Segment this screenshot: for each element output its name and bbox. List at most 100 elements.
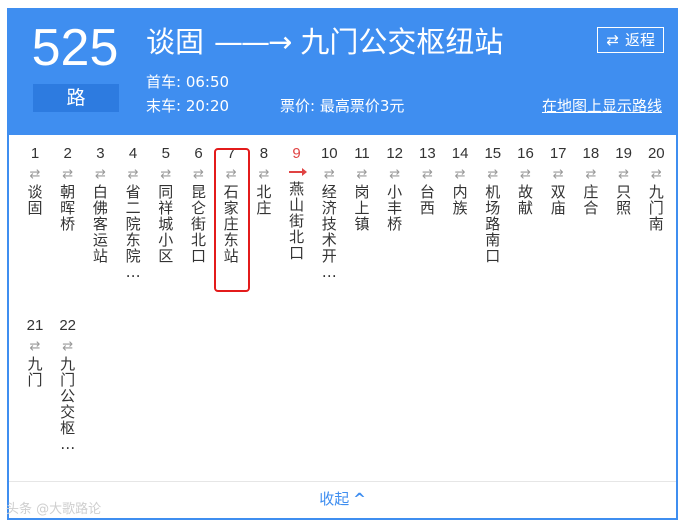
stop-item-1[interactable]: 1 ⇄ 谈固 — [19, 145, 51, 216]
stop-name: 燕山街北口 — [289, 180, 305, 262]
bidirectional-icon: ⇄ — [29, 167, 41, 182]
stop-name: 九门南 — [648, 183, 664, 233]
stop-name: 朝晖桥 — [60, 183, 76, 233]
first-bus-time: 06:50 — [185, 73, 230, 91]
stop-name: 九门公交枢… — [60, 355, 76, 453]
stop-item-3[interactable]: 3 ⇄ 白佛客运站 — [84, 145, 116, 264]
show-on-map-link[interactable]: 在地图上显示路线 — [542, 94, 662, 118]
last-bus-time: 20:20 — [185, 97, 230, 115]
bidirectional-icon: ⇄ — [356, 167, 368, 182]
divider — [9, 481, 676, 482]
stop-number: 13 — [419, 145, 436, 162]
price-value: 最高票价3元 — [319, 97, 405, 115]
highlighted-stop-box — [214, 148, 250, 292]
last-bus-label: 末车: — [146, 97, 182, 115]
bidirectional-icon: ⇄ — [323, 167, 335, 182]
stop-number: 5 — [161, 145, 170, 162]
bidirectional-icon: ⇄ — [454, 167, 466, 182]
fare-info: 票价: 最高票价3元 — [280, 94, 404, 118]
bidirectional-icon: ⇄ — [585, 167, 597, 182]
stop-number: 3 — [96, 145, 105, 162]
route-header: 525 路 谈固 ——→ 九门公交枢纽站 首车: 06:50 末车: 20:20 票… — [9, 10, 676, 135]
route-direction: 谈固 ——→ 九门公交枢纽站 — [146, 22, 503, 62]
collapse-label: 收起 — [319, 490, 350, 508]
bidirectional-icon: ⇄ — [94, 167, 106, 182]
stop-name: 北庄 — [256, 183, 272, 217]
stop-name: 只照 — [616, 183, 632, 217]
bidirectional-icon: ⇄ — [421, 167, 433, 182]
stop-name: 经济技术开… — [321, 183, 337, 281]
stop-item-21[interactable]: 21 ⇄ 九门 — [19, 317, 51, 388]
stop-name: 谈固 — [27, 183, 43, 217]
stop-number: 4 — [128, 145, 138, 162]
stop-item-18[interactable]: 18 ⇄ 庄合 — [575, 145, 607, 216]
collapse-button[interactable]: 收起 ^ — [9, 488, 676, 510]
return-label: 返程 — [624, 31, 655, 49]
stop-item-2[interactable]: 2 ⇄ 朝晖桥 — [52, 145, 84, 232]
bidirectional-icon: ⇄ — [650, 167, 662, 182]
stop-number: 18 — [582, 145, 600, 162]
watermark: 头条 @大歌路论 — [6, 502, 102, 517]
stop-name: 台西 — [419, 183, 435, 217]
direction-arrow-icon: ——→ — [214, 25, 292, 59]
stop-item-9[interactable]: 9 燕山街北口 — [281, 145, 313, 261]
route-card: 525 路 谈固 ——→ 九门公交枢纽站 首车: 06:50 末车: 20:20 票… — [7, 8, 678, 520]
stop-item-14[interactable]: 14 ⇄ 内族 — [444, 145, 476, 216]
stop-name: 故献 — [517, 183, 533, 217]
price-label: 票价: — [280, 97, 316, 115]
stop-item-16[interactable]: 16 ⇄ 故献 — [510, 145, 542, 216]
stop-item-11[interactable]: 11 ⇄ 岗上镇 — [346, 145, 378, 232]
chevron-up-icon: ^ — [353, 490, 366, 508]
stop-item-4[interactable]: 4 ⇄ 省二院东院… — [117, 145, 149, 280]
stop-number: 20 — [647, 145, 665, 162]
stop-number: 21 — [26, 317, 44, 334]
stop-item-10[interactable]: 10 ⇄ 经济技术开… — [313, 145, 345, 280]
bidirectional-icon: ⇄ — [193, 167, 204, 182]
bidirectional-icon: ⇄ — [618, 167, 630, 182]
origin-name: 谈固 — [146, 25, 205, 59]
stop-item-20[interactable]: 20 ⇄ 九门南 — [640, 145, 672, 232]
stop-item-22[interactable]: 22 ⇄ 九门公交枢… — [52, 317, 84, 452]
stop-name: 庄合 — [583, 183, 599, 217]
stop-number: 11 — [354, 145, 370, 162]
stop-number: 19 — [615, 145, 632, 162]
stop-item-19[interactable]: 19 ⇄ 只照 — [608, 145, 640, 216]
stop-number: 9 — [292, 145, 301, 162]
stop-name: 九门 — [27, 355, 43, 389]
bus-position-icon — [288, 168, 307, 176]
bidirectional-icon: ⇄ — [487, 167, 499, 182]
bidirectional-icon: ⇄ — [258, 167, 270, 182]
bidirectional-icon: ⇄ — [389, 167, 401, 182]
stop-number: 12 — [386, 145, 404, 162]
stop-item-8[interactable]: 8 ⇄ 北庄 — [248, 145, 280, 216]
swap-icon: ⇄ — [606, 31, 619, 49]
stop-item-15[interactable]: 15 ⇄ 机场路南口 — [477, 145, 509, 264]
stop-item-6[interactable]: 6 ⇄ 昆仑街北口 — [183, 145, 215, 264]
stop-item-12[interactable]: 12 ⇄ 小丰桥 — [379, 145, 411, 232]
bidirectional-icon: ⇄ — [127, 167, 139, 182]
return-route-button[interactable]: ⇄ 返程 — [597, 27, 664, 53]
stop-name: 内族 — [452, 183, 468, 217]
stop-number: 8 — [259, 145, 269, 162]
bidirectional-icon: ⇄ — [62, 167, 74, 182]
stop-name: 省二院东院… — [125, 183, 141, 281]
destination-name: 九门公交枢纽站 — [300, 25, 504, 59]
stop-name: 岗上镇 — [354, 183, 370, 233]
bidirectional-icon: ⇄ — [62, 339, 74, 354]
stop-name: 昆仑街北口 — [190, 183, 206, 265]
stop-number: 15 — [484, 145, 502, 162]
stop-number: 14 — [451, 145, 469, 162]
stop-item-13[interactable]: 13 ⇄ 台西 — [411, 145, 443, 216]
bidirectional-icon: ⇄ — [552, 167, 564, 182]
route-number: 525 — [31, 19, 119, 77]
stop-item-17[interactable]: 17 ⇄ 双庙 — [542, 145, 574, 216]
schedule-times: 首车: 06:50 末车: 20:20 — [146, 70, 229, 118]
stop-number: 2 — [63, 145, 72, 162]
stop-number: 17 — [549, 145, 567, 162]
stop-number: 6 — [194, 145, 203, 162]
bidirectional-icon: ⇄ — [29, 339, 41, 354]
first-bus-label: 首车: — [146, 73, 182, 91]
stop-number: 10 — [320, 145, 338, 162]
stop-item-5[interactable]: 5 ⇄ 同祥城小区 — [150, 145, 182, 264]
stop-name: 小丰桥 — [387, 183, 403, 233]
